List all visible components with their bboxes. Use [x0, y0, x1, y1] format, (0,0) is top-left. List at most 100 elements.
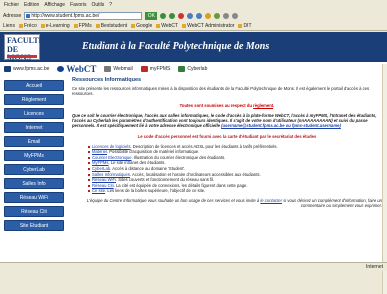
webct-icon — [57, 66, 65, 72]
webct-label: WebCT — [66, 64, 97, 74]
service-links: www.fpms.ac.be WebCT Webmail myFPMS Cybe… — [0, 63, 387, 75]
service-link[interactable]: Salles Informatiques — [92, 172, 130, 177]
list-item: MyFPMs. Le site intranet des étudiants. — [88, 160, 382, 165]
logo-text-2: DE MONS — [7, 45, 31, 62]
content-heading: Ressources Informatiques — [72, 77, 142, 83]
menu-item[interactable]: Favoris — [70, 0, 86, 10]
service-link[interactable]: Réseau Citi — [92, 183, 114, 188]
service-link[interactable]: MyFPMs — [92, 160, 109, 165]
myfpms-icon — [140, 66, 148, 72]
page-icon — [26, 13, 31, 18]
links-label: Liens — [3, 22, 15, 29]
security-zone: Internet — [366, 264, 383, 270]
footer-text-1: L'équipe du Centre Informatique vous sou… — [86, 197, 260, 203]
link-item[interactable]: Fréco — [18, 21, 37, 30]
link-icon — [156, 23, 161, 28]
list-item: Réseau Citi. La cité est équipée de conn… — [88, 183, 382, 188]
sidebar-item-site-etudiant[interactable]: Site Etudiant — [4, 220, 64, 231]
link-icon — [95, 23, 100, 28]
service-link[interactable]: Réseau WiFi — [92, 177, 116, 182]
address-input[interactable]: http://www.student.fpms.ac.be/ — [24, 11, 143, 20]
cyberlab-link[interactable]: Cyberlab — [178, 66, 207, 72]
webct-link[interactable]: WebCT — [57, 64, 96, 74]
fpms-site-link[interactable]: www.fpms.ac.be — [4, 66, 49, 72]
link-icon — [131, 23, 136, 28]
sidebar-item-reglement[interactable]: Règlement — [4, 94, 64, 105]
list-item: Réseau WiFi. Sites couverts et fonctionn… — [88, 177, 382, 182]
link-item[interactable]: DIT — [238, 21, 252, 30]
email-format[interactable]: (username@student.fpms.ac.be ou fpms-stu… — [221, 123, 341, 128]
vertical-scrollbar[interactable] — [382, 64, 387, 294]
sidebar-item-myfpms[interactable]: MyFPMs — [4, 150, 64, 161]
link-item[interactable]: e-Learning — [40, 21, 70, 30]
faculty-logo[interactable]: FACULTÉ DE MONS — [4, 34, 44, 62]
sidebar-item-cyberlab[interactable]: CyberLab — [4, 164, 64, 175]
sidebar-nav: Accueil Règlement Licences Internet Emai… — [4, 80, 64, 234]
list-item: Licences de logiciels. Description de li… — [88, 144, 382, 149]
list-item: Ce site. Les liens de la boîtes supérieu… — [88, 188, 382, 193]
footer-text-2: si vous désirez un complément d'informat… — [283, 197, 382, 208]
link-icon — [73, 23, 78, 28]
service-link[interactable]: Ce site — [92, 188, 105, 193]
sidebar-item-internet[interactable]: Internet — [4, 122, 64, 133]
myfpms-link[interactable]: myFPMS — [140, 66, 171, 72]
sidebar-item-accueil[interactable]: Accueil — [4, 80, 64, 91]
service-desc: . Accès, localisation et horaire d'ordin… — [129, 171, 261, 177]
menu-item[interactable]: Affichage — [44, 0, 65, 10]
intro-text: Ce site présente les ressources informat… — [72, 86, 370, 97]
webmail-icon — [104, 66, 112, 72]
myfpms-label: myFPMS — [149, 66, 171, 72]
fpms-site-label: www.fpms.ac.be — [13, 66, 50, 72]
web-page: FACULTÉ DE MONS Etudiant à la Faculté Po… — [0, 32, 387, 294]
service-link[interactable]: Matériel — [92, 149, 107, 154]
address-label: Adresse — [3, 12, 22, 19]
logo-stripe — [7, 55, 37, 58]
link-icon — [182, 23, 187, 28]
list-item: Salles Informatiques. Accès, localisatio… — [88, 172, 382, 177]
link-item[interactable]: WebCT — [156, 21, 178, 30]
go-button[interactable]: OK — [145, 11, 158, 20]
history-icon[interactable] — [214, 12, 221, 19]
sidebar-item-reseau-wifi[interactable]: Réseau WiFi — [4, 192, 64, 203]
menu-item[interactable]: Fichier — [4, 0, 19, 10]
status-bar: Internet — [0, 262, 387, 271]
menu-item[interactable]: Outils — [91, 0, 104, 10]
menu-item[interactable]: Edition — [24, 0, 39, 10]
home-icon[interactable] — [196, 12, 203, 19]
list-item: CyberLab. Accès à distance au domaine 'S… — [88, 166, 382, 171]
service-desc: . Sites couverts et fonctionnement du ré… — [115, 177, 215, 183]
cyberlab-label: Cyberlab — [187, 66, 208, 72]
service-link[interactable]: Licences de logiciels — [92, 144, 130, 149]
site-banner: FACULTÉ DE MONS Etudiant à la Faculté Po… — [0, 32, 387, 62]
service-link[interactable]: Courrier Electronique — [92, 155, 132, 160]
refresh-icon[interactable] — [187, 12, 194, 19]
main-content: Ressources Informatiques Ce site présent… — [72, 77, 382, 208]
mail-icon[interactable] — [223, 12, 230, 19]
stop-icon[interactable] — [178, 12, 185, 19]
sidebar-item-email[interactable]: Email — [4, 136, 64, 147]
services-list: Licences de logiciels. Description de li… — [72, 144, 382, 194]
sidebar-item-salles-info[interactable]: Salles Info — [4, 178, 64, 189]
footer-note: L'équipe du Centre Informatique vous sou… — [72, 198, 382, 208]
sidebar-item-licences[interactable]: Licences — [4, 108, 64, 119]
list-item: Matériel. Possibilité d'acquisition de m… — [88, 149, 382, 154]
favorites-icon[interactable] — [205, 12, 212, 19]
address-bar: Adresse http://www.student.fpms.ac.be/ O… — [0, 10, 387, 21]
back-icon[interactable] — [160, 12, 167, 19]
rules-link[interactable]: règlement — [253, 103, 273, 108]
sidebar-item-reseau-citi[interactable]: Réseau Citi — [4, 206, 64, 217]
menu-item[interactable]: ? — [109, 0, 112, 10]
webmail-link[interactable]: Webmail — [104, 66, 133, 72]
link-icon — [238, 23, 243, 28]
link-item[interactable]: FPMs — [73, 21, 92, 30]
print-icon[interactable] — [232, 12, 239, 19]
link-item[interactable]: Google — [131, 21, 152, 30]
service-desc: . Le site intranet des étudiants. — [108, 160, 166, 166]
service-desc: . Illustration du courrier électronique … — [131, 154, 226, 160]
link-item[interactable]: Beststudent — [95, 21, 127, 30]
link-item[interactable]: WebCT Administrator — [182, 21, 234, 30]
service-link[interactable]: CyberLab — [92, 166, 110, 171]
page-title: Etudiant à la Faculté Polytechnique de M… — [82, 41, 270, 52]
forward-icon[interactable] — [169, 12, 176, 19]
contact-link[interactable]: le contacter — [260, 198, 282, 203]
